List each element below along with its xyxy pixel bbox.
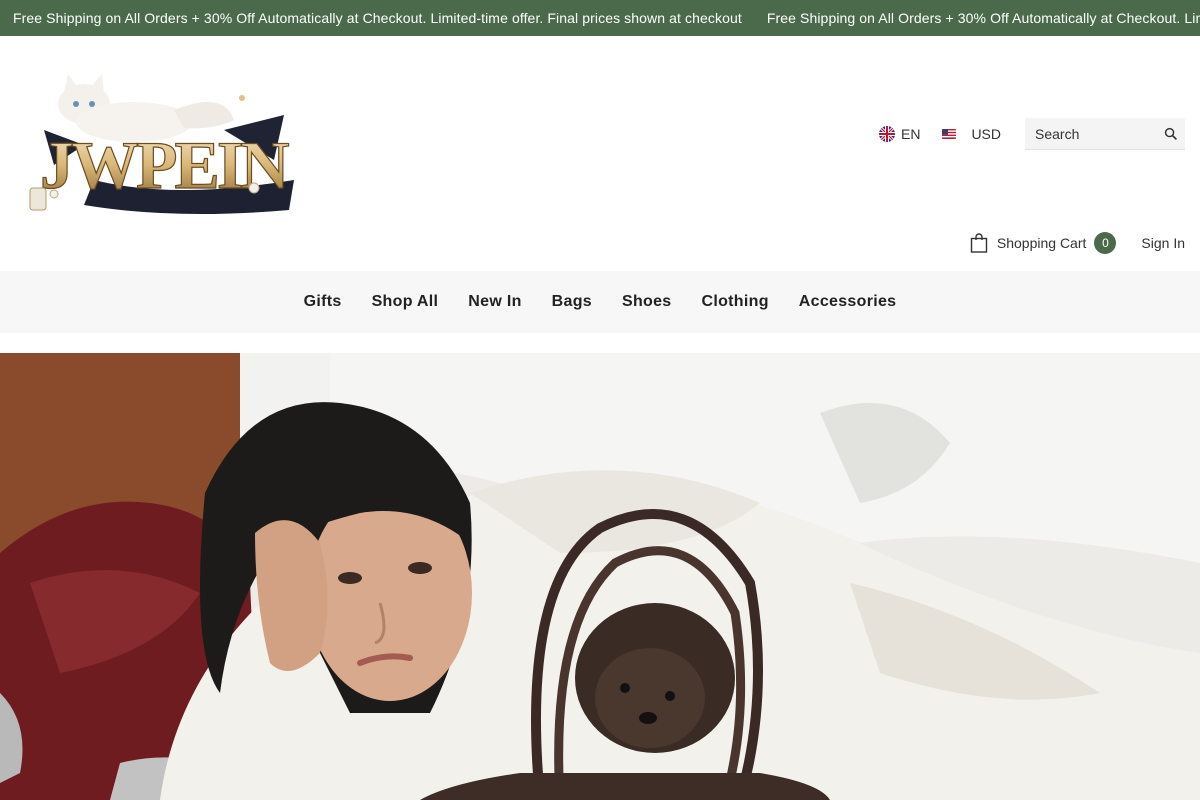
shopping-cart-link[interactable]: Shopping Cart 0 — [970, 232, 1117, 254]
nav-item-new-in[interactable]: New In — [453, 293, 536, 311]
header-tools: EN USD — [878, 118, 1185, 150]
language-label: EN — [900, 126, 921, 142]
us-flag-icon — [942, 129, 957, 139]
nav-item-gifts[interactable]: Gifts — [289, 293, 357, 311]
site-header: JWPEIN EN USD Search Shopping Cart 0 Sig… — [0, 36, 1200, 271]
logo-link[interactable]: JWPEIN — [24, 70, 306, 218]
language-selector[interactable]: EN — [878, 126, 921, 142]
announcement-bar: Free Shipping on All Orders + 30% Off Au… — [0, 0, 1200, 36]
header-account: Shopping Cart 0 Sign In — [970, 232, 1185, 254]
uk-flag-icon — [878, 126, 895, 142]
nav-item-bags[interactable]: Bags — [537, 293, 607, 311]
announcement-text-repeat: Free Shipping on All Orders + 30% Off Au… — [766, 10, 1200, 26]
shopping-cart-label: Shopping Cart — [996, 235, 1087, 251]
hero-image — [0, 353, 1200, 800]
nav-item-shoes[interactable]: Shoes — [607, 293, 687, 311]
currency-selector[interactable]: USD — [942, 126, 1001, 142]
hero-banner[interactable] — [0, 353, 1200, 800]
nav-item-accessories[interactable]: Accessories — [784, 293, 912, 311]
nav-item-clothing[interactable]: Clothing — [687, 293, 784, 311]
currency-label: USD — [971, 126, 1001, 142]
sign-in-link[interactable]: Sign In — [1141, 235, 1185, 251]
search-box — [1025, 118, 1185, 150]
announcement-track: Free Shipping on All Orders + 30% Off Au… — [13, 0, 1200, 36]
cart-count-badge: 0 — [1094, 232, 1117, 254]
shopping-bag-icon — [970, 233, 988, 253]
logo-image: JWPEIN — [29, 74, 294, 214]
main-navigation: Gifts Shop All New In Bags Shoes Clothin… — [0, 271, 1200, 333]
search-input[interactable] — [1035, 125, 1163, 142]
search-icon[interactable] — [1163, 127, 1177, 141]
nav-item-shop-all[interactable]: Shop All — [357, 293, 454, 311]
announcement-text: Free Shipping on All Orders + 30% Off Au… — [13, 10, 742, 26]
